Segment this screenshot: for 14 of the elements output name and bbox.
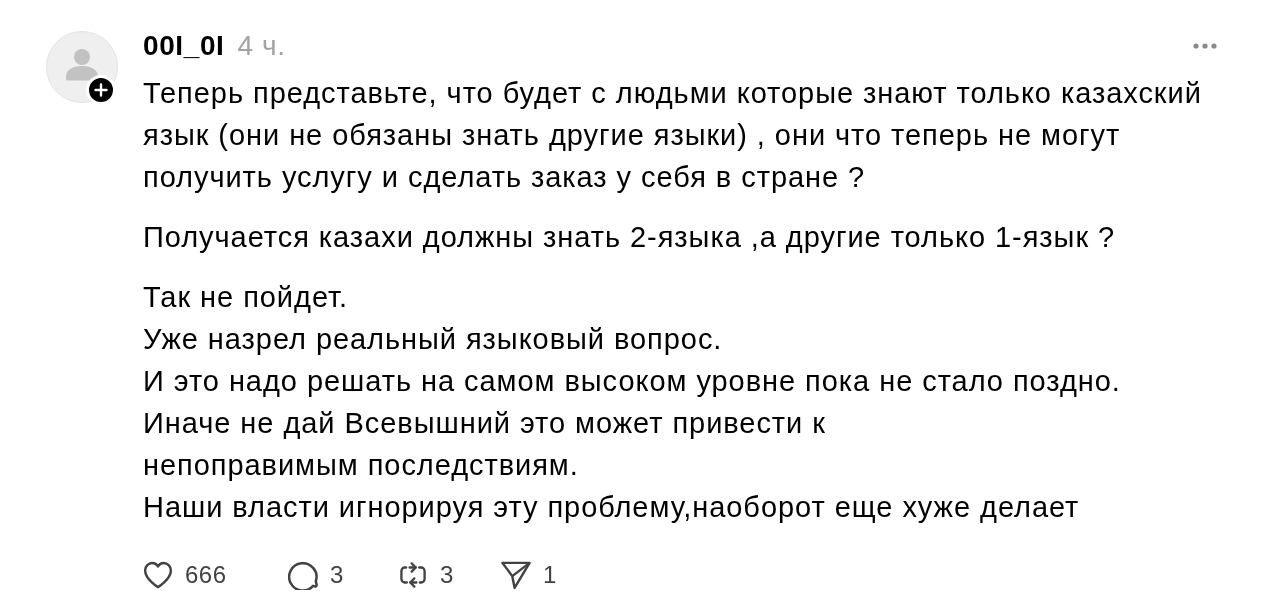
repost-button[interactable]: 3 <box>398 560 501 590</box>
like-button[interactable]: 666 <box>143 560 288 590</box>
repost-icon <box>398 560 428 590</box>
username[interactable]: 00I_0I <box>143 28 225 64</box>
post-paragraph: Так не пойдет. Уже назрел реальный языковый вопрос. И это надо решать на самом высоком уровне пока не стало поздно. Иначе не дай Всевышний это может привести к непоправимым последствиям. Наши власти игнорируя эту проблему,наоборот еще хуже делает <box>143 280 1121 525</box>
reply-button[interactable]: 3 <box>288 560 398 590</box>
share-button[interactable]: 1 <box>501 560 561 590</box>
post-time: 4 ч. <box>237 29 286 63</box>
heart-icon <box>143 560 173 590</box>
post-paragraph: Теперь представьте, что будет с людьми которые знают только казахский язык (они не обязаны знать другие языки) , они что теперь не могут получить услугу и сделать заказ у себя в стране ? <box>143 76 1202 195</box>
post-paragraph: Получается казахи должны знать 2-языка ,а другие только 1-язык ? <box>143 220 1116 255</box>
send-icon <box>501 560 531 590</box>
comment-icon <box>288 560 318 590</box>
more-icon[interactable] <box>1193 43 1217 49</box>
